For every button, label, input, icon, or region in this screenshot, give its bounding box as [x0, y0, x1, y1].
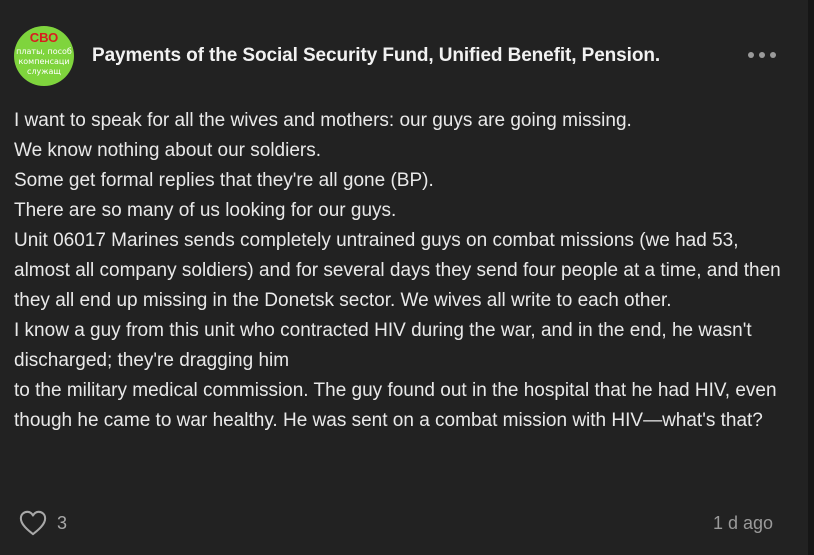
- post-paragraph: I want to speak for all the wives and mo…: [14, 110, 632, 131]
- avatar-text-line: служащ: [27, 67, 61, 76]
- post-timestamp: 1 d ago: [712, 513, 773, 533]
- channel-title[interactable]: Payments of the Social Security Fund, Un…: [92, 45, 660, 67]
- post-paragraph: Unit 06017 Marines sends completely untr…: [14, 230, 781, 311]
- post-card: СВО платы, пособ компенсаци служащ Payme…: [0, 0, 808, 555]
- post-paragraph: There are so many of us looking for our …: [14, 200, 397, 221]
- avatar-title: СВО: [29, 30, 59, 45]
- post-header: СВО платы, пособ компенсаци служащ Payme…: [14, 26, 784, 86]
- dot-icon: [770, 52, 776, 58]
- like-count: 3: [57, 512, 68, 533]
- post-body: I want to speak for all the wives and mo…: [14, 106, 789, 436]
- more-options-icon[interactable]: [748, 49, 776, 61]
- like-button[interactable]: 3: [18, 509, 67, 537]
- avatar[interactable]: СВО платы, пособ компенсаци служащ: [14, 26, 74, 86]
- dot-icon: [759, 52, 765, 58]
- avatar-text-line: платы, пособ: [16, 47, 72, 56]
- post-paragraph: We know nothing about our soldiers.: [14, 140, 321, 161]
- dot-icon: [748, 52, 754, 58]
- post-paragraph: to the military medical commission. The …: [14, 380, 777, 431]
- post-paragraph: Some get formal replies that they're all…: [14, 170, 434, 191]
- avatar-text-line: компенсаци: [18, 57, 70, 66]
- scrollbar-track[interactable]: [808, 0, 814, 555]
- heart-outline-icon: [19, 510, 47, 536]
- post-paragraph: I know a guy from this unit who contract…: [14, 320, 752, 371]
